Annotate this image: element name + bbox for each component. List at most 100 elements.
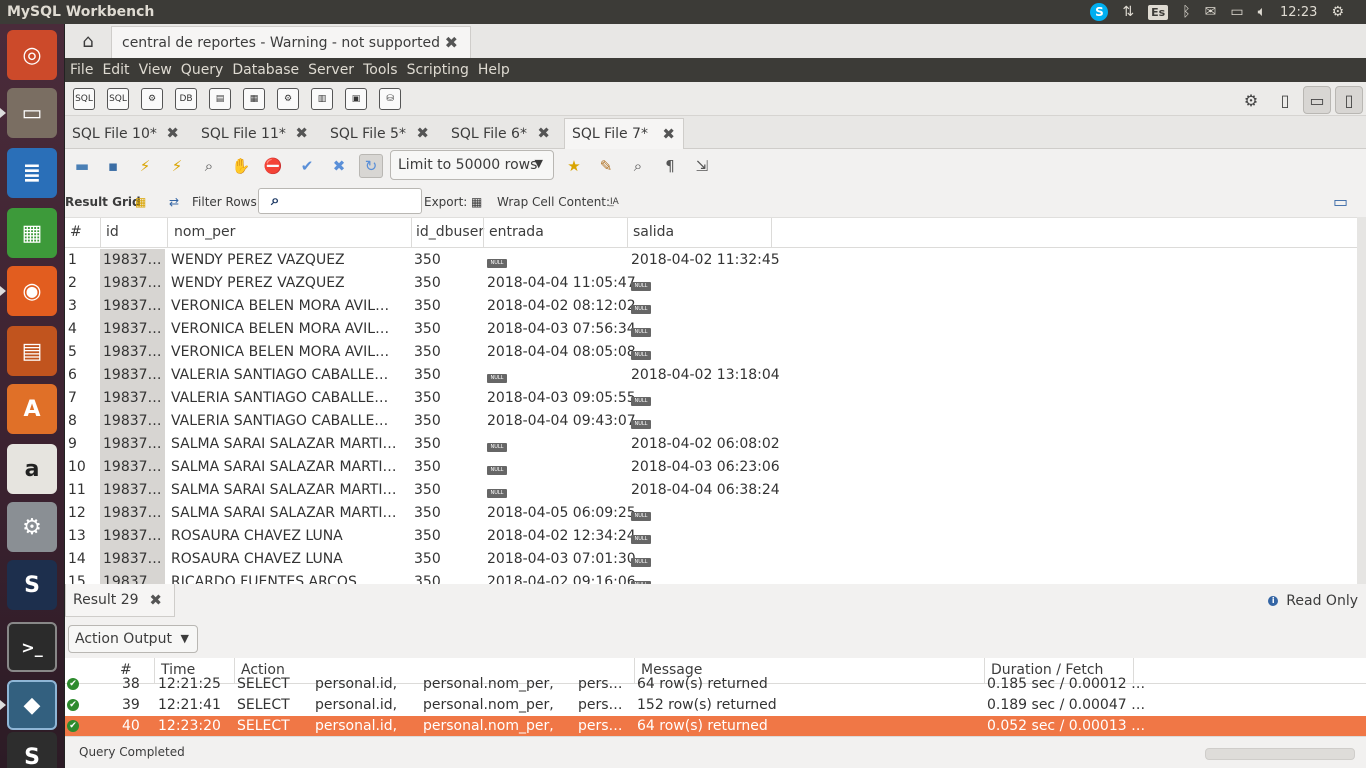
output-row[interactable]: ✔ 39 12:21:41 SELECT personal.id, personal.no…: [65, 695, 1366, 716]
cell-nom-per[interactable]: VALERIA SANTIAGO CABALLE…: [171, 390, 409, 406]
explain-icon[interactable]: ⌕: [197, 154, 221, 178]
files-icon[interactable]: ▭: [7, 88, 57, 138]
cell-salida[interactable]: 2018-04-04 06:38:24: [631, 482, 780, 498]
clock[interactable]: 12:23: [1280, 5, 1317, 20]
action-output-grid[interactable]: # Time Action Message Duration / Fetch ✔…: [65, 658, 1366, 736]
cell-nom-per[interactable]: SALMA SARAI SALAZAR MARTI…: [171, 459, 409, 475]
output-row[interactable]: ✔ 40 12:23:20 SELECT personal.id, personal.no…: [65, 716, 1366, 736]
writer-icon[interactable]: ≣: [7, 148, 57, 198]
cell-id-dbuser[interactable]: 350: [414, 252, 441, 268]
table-row[interactable]: 7 19837… VALERIA SANTIAGO CABALLE… 350 2018-…: [65, 387, 1357, 410]
add-snippet-star-icon[interactable]: ★: [562, 154, 586, 178]
cell-nom-per[interactable]: VERONICA BELEN MORA AVIL…: [171, 321, 409, 337]
cell-entrada[interactable]: NULL: [487, 436, 507, 452]
cell-salida[interactable]: 2018-04-03 06:23:06: [631, 459, 780, 475]
impress-icon[interactable]: ▤: [7, 326, 57, 376]
column-header-nom-per[interactable]: nom_per: [174, 224, 235, 240]
tab-sql-file[interactable]: SQL File 6* ✖: [444, 118, 558, 149]
output-type-select[interactable]: Action Output ▼: [68, 625, 198, 653]
column-header-id-dbuser[interactable]: id_dbuser: [416, 224, 484, 240]
cell-nom-per[interactable]: SALMA SARAI SALAZAR MARTI…: [171, 436, 409, 452]
battery-icon[interactable]: ▭: [1230, 4, 1243, 20]
create-procedure-icon[interactable]: ⚙: [277, 88, 299, 110]
cell-salida[interactable]: NULL: [631, 275, 651, 291]
close-icon[interactable]: ✖: [149, 591, 162, 609]
close-icon[interactable]: ✖: [537, 124, 550, 142]
search-table-data-icon[interactable]: ▣: [345, 88, 367, 110]
menu-file[interactable]: File: [70, 62, 93, 78]
menu-tools[interactable]: Tools: [363, 62, 398, 78]
cell-nom-per[interactable]: WENDY PEREZ VAZQUEZ: [171, 275, 409, 291]
cell-id[interactable]: 19837…: [100, 479, 165, 502]
cell-entrada[interactable]: 2018-04-04 08:05:08: [487, 344, 636, 360]
toggle-output-panel-icon[interactable]: ▭: [1303, 86, 1331, 114]
cell-salida[interactable]: 2018-04-02 06:08:02: [631, 436, 780, 452]
menu-database[interactable]: Database: [232, 62, 299, 78]
amazon-icon[interactable]: a: [7, 444, 57, 494]
cell-entrada[interactable]: 2018-04-03 07:01:30: [487, 551, 636, 567]
cell-id[interactable]: 19837…: [100, 272, 165, 295]
cell-id[interactable]: 19837…: [100, 318, 165, 341]
result-tab[interactable]: Result 29 ✖: [65, 584, 175, 617]
preferences-gear-icon[interactable]: ⚙: [1237, 86, 1265, 114]
skype-icon[interactable]: S: [1090, 3, 1109, 21]
invisible-chars-icon[interactable]: ¶: [658, 154, 682, 178]
cell-salida[interactable]: 2018-04-02 11:32:45: [631, 252, 780, 268]
table-row[interactable]: 9 19837… SALMA SARAI SALAZAR MARTI… 350 NULL…: [65, 433, 1357, 456]
network-icon[interactable]: ⇅: [1122, 4, 1134, 20]
cell-salida[interactable]: NULL: [631, 344, 651, 360]
close-icon[interactable]: ✖: [416, 124, 429, 142]
reconnect-icon[interactable]: ⛁: [379, 88, 401, 110]
tab-sql-file[interactable]: SQL File 11* ✖: [194, 118, 316, 149]
beautify-brush-icon[interactable]: ✎: [594, 154, 618, 178]
table-row[interactable]: 1 19837… WENDY PEREZ VAZQUEZ 350 NULL 2018-04…: [65, 249, 1357, 272]
cell-nom-per[interactable]: ROSAURA CHAVEZ LUNA: [171, 528, 409, 544]
execute-current-statement-icon[interactable]: ⚡: [165, 154, 189, 178]
filter-refresh-icon[interactable]: ⇄: [169, 195, 179, 209]
cell-id-dbuser[interactable]: 350: [414, 344, 441, 360]
cell-id[interactable]: 19837…: [100, 456, 165, 479]
cell-id[interactable]: 19837…: [100, 387, 165, 410]
cell-id-dbuser[interactable]: 350: [414, 528, 441, 544]
column-header-id[interactable]: id: [106, 224, 119, 240]
wrap-lines-icon[interactable]: ⇲: [690, 154, 714, 178]
result-grid-label[interactable]: Result Grid: [65, 195, 141, 209]
toggle-errors-icon[interactable]: ⛔: [261, 154, 285, 178]
table-row[interactable]: 12 19837… SALMA SARAI SALAZAR MARTI… 350 201…: [65, 502, 1357, 525]
menu-edit[interactable]: Edit: [102, 62, 129, 78]
mail-icon[interactable]: ✉: [1205, 4, 1217, 20]
cell-salida[interactable]: NULL: [631, 551, 651, 567]
close-icon[interactable]: ✖: [662, 125, 675, 143]
table-row[interactable]: 15 19837… RICARDO FUENTES ARCOS 350 2018-04-…: [65, 571, 1357, 584]
cell-nom-per[interactable]: ROSAURA CHAVEZ LUNA: [171, 551, 409, 567]
cell-id-dbuser[interactable]: 350: [414, 551, 441, 567]
export-icon[interactable]: ▦: [471, 195, 482, 209]
cell-salida[interactable]: NULL: [631, 505, 651, 521]
close-icon[interactable]: ✖: [295, 124, 308, 142]
open-sql-script-icon[interactable]: SQL: [107, 88, 129, 110]
cell-id-dbuser[interactable]: 350: [414, 436, 441, 452]
table-row[interactable]: 4 19837… VERONICA BELEN MORA AVIL… 350 2018-…: [65, 318, 1357, 341]
cell-entrada[interactable]: NULL: [487, 482, 507, 498]
cell-salida[interactable]: NULL: [631, 528, 651, 544]
inspector-icon[interactable]: ⚙: [141, 88, 163, 110]
commit-icon[interactable]: ✔: [295, 154, 319, 178]
cell-entrada[interactable]: 2018-04-03 09:05:55: [487, 390, 636, 406]
cell-id[interactable]: 19837…: [100, 364, 165, 387]
table-row[interactable]: 11 19837… SALMA SARAI SALAZAR MARTI… 350 NUL…: [65, 479, 1357, 502]
column-header-salida[interactable]: salida: [633, 224, 674, 240]
firefox-icon[interactable]: ◉: [7, 266, 57, 316]
find-icon[interactable]: ⌕: [626, 154, 650, 178]
cell-nom-per[interactable]: VERONICA BELEN MORA AVIL…: [171, 298, 409, 314]
output-row[interactable]: ✔ 38 12:21:25 SELECT personal.id, personal.no…: [65, 674, 1366, 695]
power-gear-icon[interactable]: ⚙: [1331, 4, 1344, 20]
table-row[interactable]: 6 19837… VALERIA SANTIAGO CABALLE… 350 NULL 2…: [65, 364, 1357, 387]
settings-icon[interactable]: ⚙: [7, 502, 57, 552]
cell-nom-per[interactable]: SALMA SARAI SALAZAR MARTI…: [171, 505, 409, 521]
cell-entrada[interactable]: 2018-04-04 11:05:47: [487, 275, 636, 291]
tab-sql-file[interactable]: SQL File 10* ✖: [65, 118, 187, 149]
toggle-secondary-sidebar-icon[interactable]: ▯: [1335, 86, 1363, 114]
cell-id[interactable]: 19837…: [100, 295, 165, 318]
cell-id[interactable]: 19837…: [100, 548, 165, 571]
cell-id[interactable]: 19837…: [100, 502, 165, 525]
